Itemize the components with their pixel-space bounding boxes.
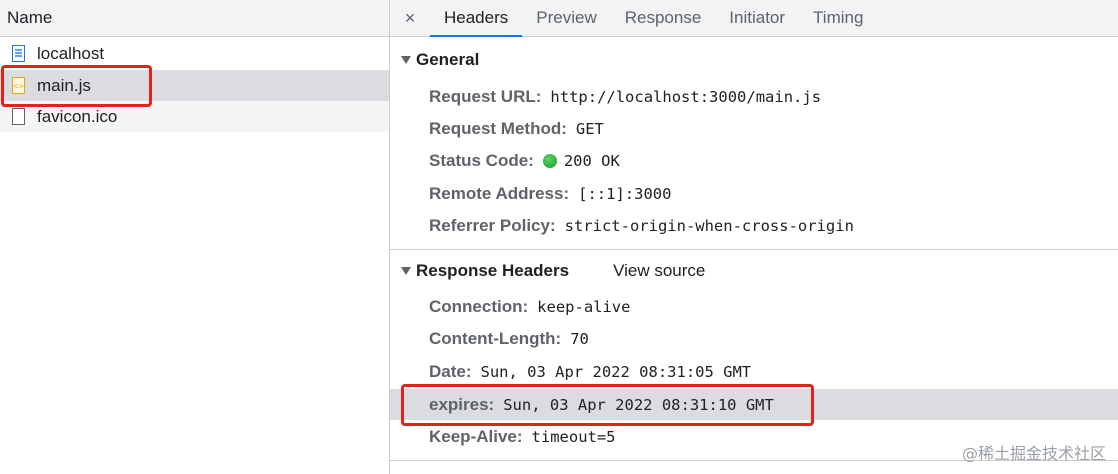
document-icon <box>12 45 25 62</box>
close-icon[interactable]: × <box>390 0 430 36</box>
highlight-box-expires <box>401 384 814 426</box>
tab-headers[interactable]: Headers <box>430 0 523 37</box>
collapse-triangle-icon <box>401 267 411 275</box>
request-list-panel: Name localhost <> main.js favicon.ico <box>0 0 390 474</box>
header-value: 70 <box>570 329 589 348</box>
header-key: Date: <box>429 361 472 381</box>
tab-label: Response <box>624 8 702 27</box>
header-key: Remote Address: <box>429 183 570 203</box>
header-key: Referrer Policy: <box>429 215 556 235</box>
header-key: Request URL: <box>429 86 542 106</box>
tab-timing[interactable]: Timing <box>799 0 877 36</box>
header-value: GET <box>575 119 604 138</box>
request-name: favicon.ico <box>37 106 118 126</box>
tab-response[interactable]: Response <box>611 0 716 36</box>
header-value: 200 OK <box>563 151 620 170</box>
status-value: 200 OK <box>542 151 620 170</box>
section-divider <box>390 249 1118 250</box>
tab-preview[interactable]: Preview <box>522 0 610 36</box>
status-ok-icon <box>542 153 557 168</box>
header-row-status-code: Status Code: 200 OK <box>390 145 1118 176</box>
response-headers-title: Response Headers <box>416 261 570 280</box>
header-value: http://localhost:3000/main.js <box>550 87 822 106</box>
header-value: strict-origin-when-cross-origin <box>564 216 854 235</box>
tab-label: Initiator <box>729 8 786 27</box>
header-value: [::1]:3000 <box>578 184 672 203</box>
view-source-link[interactable]: View source <box>613 261 705 281</box>
request-details-panel: × Headers Preview Response Initiator Tim… <box>390 0 1118 474</box>
header-key: Keep-Alive: <box>429 426 523 446</box>
header-key: Request Method: <box>429 118 567 138</box>
name-column-header[interactable]: Name <box>0 0 389 37</box>
general-section-header[interactable]: General <box>390 45 479 75</box>
highlight-box-main-js <box>1 65 152 107</box>
tab-label: Preview <box>536 8 597 27</box>
tab-label: Headers <box>444 8 509 27</box>
collapse-triangle-icon <box>401 56 411 64</box>
details-tab-bar: × Headers Preview Response Initiator Tim… <box>390 0 1118 37</box>
tab-initiator[interactable]: Initiator <box>715 0 799 36</box>
header-row-content-length: Content-Length: 70 <box>390 323 1118 354</box>
header-row-request-method: Request Method: GET <box>390 113 1118 144</box>
header-row-date: Date: Sun, 03 Apr 2022 08:31:05 GMT <box>390 356 1118 387</box>
header-row-connection: Connection: keep-alive <box>390 291 1118 322</box>
watermark-text: @稀土掘金技术社区 <box>961 444 1106 463</box>
general-title: General <box>416 50 480 69</box>
header-key: Status Code: <box>429 150 534 170</box>
tab-label: Timing <box>813 8 864 27</box>
header-key: Connection: <box>429 296 529 316</box>
request-name: localhost <box>37 43 105 63</box>
header-value: keep-alive <box>537 297 631 316</box>
header-row-request-url: Request URL: http://localhost:3000/main.… <box>390 81 1118 112</box>
header-key: Content-Length: <box>429 328 562 348</box>
blank-file-icon <box>12 108 25 125</box>
name-column-label: Name <box>7 8 53 27</box>
header-row-referrer-policy: Referrer Policy: strict-origin-when-cros… <box>390 210 1118 241</box>
header-value: timeout=5 <box>531 427 616 446</box>
header-value: Sun, 03 Apr 2022 08:31:05 GMT <box>480 362 752 381</box>
header-row-remote-address: Remote Address: [::1]:3000 <box>390 178 1118 209</box>
response-headers-section-header[interactable]: Response Headers View source <box>390 256 705 286</box>
